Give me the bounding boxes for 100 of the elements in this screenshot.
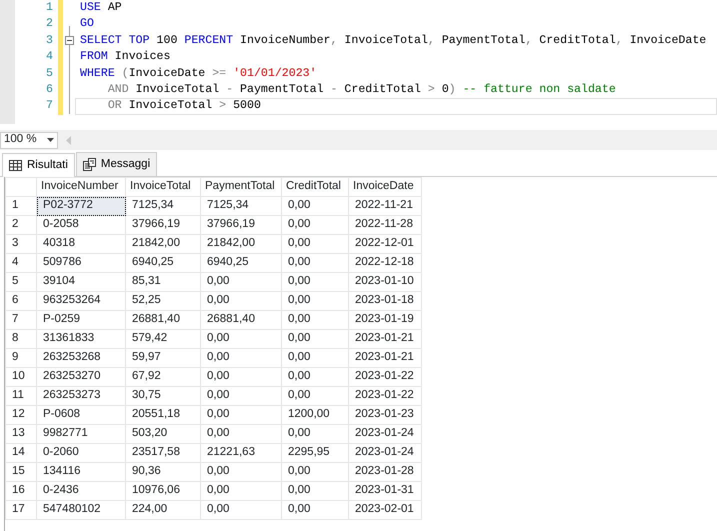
table-cell: 0-2436	[36, 482, 126, 500]
table-cell: 0-2060	[36, 444, 126, 462]
table-cell: 2022-12-18	[348, 254, 422, 272]
code-line: GO	[79, 16, 95, 32]
code-line: USE AP	[79, 0, 123, 16]
table-cell: 0,00	[282, 462, 348, 482]
table-cell: 30,75	[126, 386, 200, 406]
table-cell: 0,00	[200, 386, 282, 406]
table-cell: 23517,58	[126, 444, 200, 462]
table-cell: 0,00	[200, 348, 282, 368]
row-number: 16	[6, 482, 36, 500]
table-cell: 0,00	[200, 330, 282, 348]
table-cell: 0,00	[282, 348, 348, 368]
column-header[interactable]: InvoiceTotal	[126, 178, 200, 196]
table-cell: 90,36	[126, 462, 200, 482]
table-cell: 2023-01-24	[348, 444, 422, 462]
table-cell: 1200,00	[282, 406, 348, 424]
table-cell: 52,25	[126, 292, 200, 310]
results-tab[interactable]: Risultati	[2, 153, 75, 177]
table-cell: 0,00	[282, 424, 348, 444]
table-cell: 224,00	[126, 500, 200, 520]
line-number: 1	[46, 1, 53, 14]
row-number: 15	[6, 462, 36, 482]
table-cell: 2023-01-18	[348, 292, 422, 310]
table-cell: 0,00	[282, 292, 348, 310]
table-cell: 0,00	[282, 216, 348, 234]
table-cell: 2023-01-21	[348, 330, 422, 348]
table-cell: P-0608	[36, 406, 126, 424]
row-number: 2	[6, 216, 36, 234]
messages-icon	[82, 158, 96, 171]
table-cell: 20551,18	[126, 406, 200, 424]
table-cell: 0,00	[282, 482, 348, 500]
table-cell: 21842,00	[200, 234, 282, 254]
table-cell: 59,97	[126, 348, 200, 368]
table-cell: 2023-01-19	[348, 310, 422, 330]
table-cell: 0,00	[282, 196, 348, 216]
table-cell: 0,00	[200, 500, 282, 520]
table-cell: 0,00	[282, 310, 348, 330]
table-cell: 0,00	[200, 272, 282, 292]
table-cell: 0,00	[200, 292, 282, 310]
row-number: 5	[6, 272, 36, 292]
table-cell: 2023-01-22	[348, 386, 422, 406]
table-cell: 6940,25	[126, 254, 200, 272]
table-cell: 26881,40	[126, 310, 200, 330]
table-cell: 40318	[36, 234, 126, 254]
caret-icon	[47, 138, 54, 142]
zoom-dropdown[interactable]: 100 %	[0, 132, 58, 148]
table-cell: 579,42	[126, 330, 200, 348]
table-cell: 85,31	[126, 272, 200, 292]
table-cell: 37966,19	[126, 216, 200, 234]
table-cell: 0,00	[282, 368, 348, 386]
table-cell: 2022-11-28	[348, 216, 422, 234]
table-cell: 0,00	[282, 386, 348, 406]
table-cell: 6940,25	[200, 254, 282, 272]
table-cell: 2023-01-31	[348, 482, 422, 500]
line-number: 4	[46, 50, 53, 64]
table-cell: 0,00	[282, 330, 348, 348]
column-header[interactable]: CreditTotal	[282, 178, 348, 196]
code-line: SELECT TOP 100 PERCENT InvoiceNumber, InvoiceTotal, PaymentTotal, CreditTotal, InvoiceDate	[79, 32, 708, 49]
code-line: FROM Invoices	[79, 49, 172, 66]
table-cell: 10976,06	[126, 482, 200, 500]
collapse-icon[interactable]	[65, 36, 74, 46]
table-cell: 31361833	[36, 330, 126, 348]
row-number: 3	[6, 234, 36, 254]
table-cell: 26881,40	[200, 310, 282, 330]
table-cell: 0,00	[282, 500, 348, 520]
row-number: 11	[6, 386, 36, 406]
table-cell: 7125,34	[126, 196, 200, 216]
table-cell: 2023-01-28	[348, 462, 422, 482]
table-cell: 134116	[36, 462, 126, 482]
row-number: 10	[6, 368, 36, 386]
table-cell: 0,00	[200, 424, 282, 444]
table-cell: 2023-01-23	[348, 406, 422, 424]
table-cell: 2023-01-21	[348, 348, 422, 368]
table-cell: 0,00	[282, 272, 348, 292]
row-number: 8	[6, 330, 36, 348]
line-number: 5	[46, 66, 53, 80]
table-cell: 2023-01-22	[348, 368, 422, 386]
row-number: 6	[6, 292, 36, 310]
table-cell: P02-3772	[36, 196, 126, 216]
table-cell: 67,92	[126, 368, 200, 386]
table-cell: P-0259	[36, 310, 126, 330]
table-cell: 263253270	[36, 368, 126, 386]
table-cell: 963253264	[36, 292, 126, 310]
table-cell: 2023-02-01	[348, 500, 422, 520]
line-number: 3	[46, 34, 53, 47]
table-cell: 37966,19	[200, 216, 282, 234]
code-line: WHERE (InvoiceDate >= '01/01/2023'	[79, 66, 318, 82]
column-header[interactable]: PaymentTotal	[200, 178, 282, 196]
table-cell: 7125,34	[200, 196, 282, 216]
grid-icon	[9, 160, 22, 171]
column-header[interactable]: InvoiceNumber	[36, 178, 126, 196]
table-cell: 0,00	[200, 462, 282, 482]
table-cell: 263253273	[36, 386, 126, 406]
code-line: AND InvoiceTotal - PaymentTotal - CreditTotal > 0) -- fatture non saldate	[106, 82, 617, 98]
results-tab[interactable]: Messaggi	[76, 152, 158, 176]
table-cell: 21842,00	[126, 234, 200, 254]
table-cell: 263253268	[36, 348, 126, 368]
row-number: 17	[6, 500, 36, 520]
column-header[interactable]: InvoiceDate	[348, 178, 422, 196]
